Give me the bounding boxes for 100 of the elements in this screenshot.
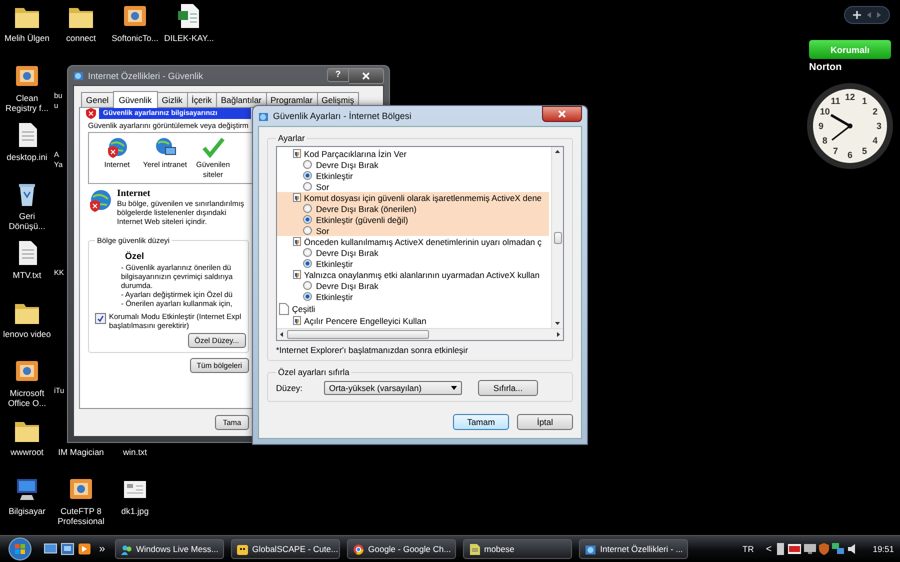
scroll-right-icon xyxy=(557,332,560,337)
option-label: Devre Dışı Bırak (önerilen) xyxy=(316,204,417,214)
radio-button[interactable] xyxy=(303,171,312,180)
desktop-icon-label[interactable]: Clean Registry f... xyxy=(0,92,54,114)
clock-numeral: 7 xyxy=(833,146,838,156)
globe-shield-icon[interactable] xyxy=(105,136,129,158)
desktop-icon-label[interactable]: dk1.jpg xyxy=(120,505,150,517)
checkmark-icon[interactable] xyxy=(201,136,225,158)
more-button[interactable]: » xyxy=(99,543,106,555)
setting-label: Komut dosyası için güvenli olarak işaretlenmemiş ActiveX dene xyxy=(304,192,542,202)
option-label: Devre Dışı Bırak xyxy=(316,160,378,170)
option-label: Devre Dışı Bırak xyxy=(316,248,378,258)
radio-button[interactable] xyxy=(303,292,312,301)
desktop-icon-label[interactable]: MTV.txt xyxy=(12,269,42,281)
level-name: Özel xyxy=(125,251,146,261)
desktop-icon-label[interactable]: Geri Dönüşü... xyxy=(0,210,54,232)
ok-button[interactable]: Tamam xyxy=(453,414,509,430)
option-label: Etkinleştir xyxy=(316,292,353,302)
dropdown-caret-icon xyxy=(451,386,457,390)
antivirus-icon[interactable] xyxy=(788,543,801,555)
previous-icon[interactable] xyxy=(867,12,871,18)
radio-button[interactable] xyxy=(303,226,312,235)
setting-label: Açılır Pencere Engelleyici Kullan xyxy=(304,316,426,326)
taskbar-button[interactable]: Google - Google Ch... xyxy=(347,539,456,559)
category-label: Çeşitli xyxy=(292,304,316,314)
desktop-icon-label[interactable]: connect xyxy=(65,32,97,44)
option-label: Etkinleştir xyxy=(316,170,353,180)
reset-button[interactable]: Sıfırla... xyxy=(478,380,538,396)
system-clock[interactable]: 19:51 xyxy=(872,544,894,554)
tab[interactable]: Bağlantılar xyxy=(216,92,266,107)
desktop-icon-label[interactable]: wwwroot xyxy=(9,446,45,458)
windows-logo-icon xyxy=(8,537,32,561)
network-icon[interactable] xyxy=(832,543,844,555)
smiley-icon xyxy=(237,544,248,554)
monitor-icon[interactable] xyxy=(804,543,816,555)
page-icon xyxy=(279,302,289,314)
tab[interactable]: Genel xyxy=(81,92,114,107)
radio-button[interactable] xyxy=(303,281,312,290)
setting-icon xyxy=(293,270,301,279)
tab[interactable]: Güvenlik xyxy=(112,91,158,108)
desktop-icon-label[interactable]: Bilgisayar xyxy=(8,505,46,517)
scroll-down-icon xyxy=(555,322,560,325)
start-button[interactable] xyxy=(6,536,34,562)
clock-numeral: 4 xyxy=(872,136,878,146)
people-icon xyxy=(121,544,132,554)
desktop-icon-label[interactable]: SoftonicTo... xyxy=(110,32,160,44)
window-title: Güvenlik Ayarları - İnternet Bölgesi xyxy=(273,111,412,121)
clock-numeral: 8 xyxy=(822,136,828,146)
clock-numeral: 9 xyxy=(818,121,824,131)
desktop-icon-label[interactable]: Microsoft Office O... xyxy=(0,387,54,409)
shield-icon[interactable] xyxy=(818,543,829,555)
desktop-icon-label[interactable]: lenovo video xyxy=(2,328,52,340)
setting-label: Yalnızca onaylanmış etki alanlarının uyarmadan ActiveX kullan xyxy=(304,270,540,280)
brand-logo-text: Norton xyxy=(809,62,842,73)
globe-computer-icon[interactable] xyxy=(153,136,177,158)
clock-hands xyxy=(830,114,852,141)
add-icon[interactable] xyxy=(853,11,861,19)
device-icon[interactable] xyxy=(776,543,785,555)
media-player-icon[interactable] xyxy=(78,543,91,555)
window-icon xyxy=(258,110,269,122)
option-label: Sor xyxy=(316,182,330,192)
radio-button[interactable] xyxy=(303,160,312,169)
setting-icon xyxy=(293,193,301,202)
tab[interactable]: Gizlik xyxy=(156,92,188,107)
radio-button[interactable] xyxy=(303,182,312,191)
globe-shield-icon xyxy=(88,189,112,213)
clock-numeral: 3 xyxy=(876,121,882,131)
window-switch-icon[interactable] xyxy=(61,543,74,555)
language-indicator[interactable]: TR xyxy=(742,544,754,554)
clock-numeral: 1 xyxy=(862,96,867,106)
tab[interactable]: İçerik xyxy=(186,92,217,107)
checkbox[interactable] xyxy=(95,313,106,324)
zone-title: Internet xyxy=(117,189,152,199)
desktop-icon-label[interactable]: CuteFTP 8 Professional xyxy=(54,505,108,527)
desktop-icon-label[interactable]: desktop.ini xyxy=(6,151,48,163)
cancel-button[interactable]: İptal xyxy=(517,414,573,430)
desktop-icon[interactable] xyxy=(44,543,57,555)
next-icon[interactable] xyxy=(877,12,881,18)
tray-expand-button[interactable]: < xyxy=(766,544,772,554)
taskbar-button[interactable]: mobese xyxy=(463,539,572,559)
radio-button[interactable] xyxy=(303,248,312,257)
document-icon xyxy=(469,544,480,554)
taskbar-button[interactable]: GlobalSCAPE - Cute... xyxy=(231,539,340,559)
taskbar-button[interactable]: Windows Live Mess... xyxy=(115,539,224,559)
option-label: Etkinleştir xyxy=(316,258,353,268)
radio-button[interactable] xyxy=(303,204,312,213)
desktop-icon-label[interactable]: IM Magician xyxy=(57,446,105,458)
close-button[interactable] xyxy=(542,106,582,122)
option-label: Etkinleştir (güvenli değil) xyxy=(316,214,408,224)
help-button[interactable]: ? xyxy=(327,68,349,82)
desktop-icon-label[interactable]: Melih Ülgen xyxy=(4,32,50,44)
clock-numeral: 10 xyxy=(820,106,830,116)
desktop-icon-label[interactable]: DILEK-KAY... xyxy=(163,32,215,44)
taskbar-button[interactable]: Internet Özellikleri - ... xyxy=(579,539,688,559)
level-dropdown[interactable]: Orta-yüksek (varsayılan) xyxy=(324,381,462,395)
close-button[interactable] xyxy=(349,68,384,84)
close-icon xyxy=(362,72,370,80)
radio-button[interactable] xyxy=(303,259,312,268)
desktop-icon-label[interactable]: win.txt xyxy=(122,446,148,458)
radio-button[interactable] xyxy=(303,215,312,224)
